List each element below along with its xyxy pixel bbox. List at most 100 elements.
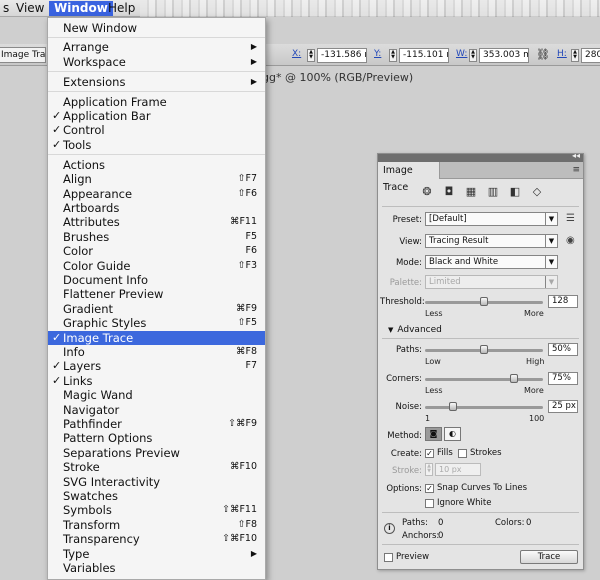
y-field[interactable]: -115.101 mr xyxy=(399,48,449,63)
menu-item-image-trace[interactable]: ✓ Image Trace xyxy=(48,330,265,345)
menu-item-navigator[interactable]: Navigator xyxy=(48,403,265,417)
preset-list-icon[interactable]: ☰ xyxy=(566,213,575,224)
palette-value: Limited xyxy=(429,277,461,287)
menu-item-transparency[interactable]: Transparency ⇧⌘F10 xyxy=(48,532,265,546)
fills-checkbox[interactable]: ✓ xyxy=(425,449,434,458)
h-stepper[interactable]: ▲ ▼ xyxy=(571,49,579,62)
x-field[interactable]: -131.586 m xyxy=(317,48,367,63)
w-stepper[interactable]: ▲ ▼ xyxy=(469,49,477,62)
overlapping-method-icon[interactable]: ◐ xyxy=(444,427,461,441)
panel-title-bar[interactable]: ◂◂ xyxy=(378,151,583,162)
snap-checkbox[interactable]: ✓ xyxy=(425,484,434,493)
menu-item-document-info[interactable]: Document Info xyxy=(48,273,265,287)
menu-item-workspace[interactable]: Workspace ▶ xyxy=(48,55,265,69)
paths-field[interactable]: 50% xyxy=(548,343,578,356)
threshold-slider[interactable] xyxy=(425,297,543,306)
view-select[interactable]: Tracing Result ▼ xyxy=(425,234,558,248)
menu-item-color[interactable]: Color F6 xyxy=(48,244,265,258)
collapse-icon[interactable]: ◂◂ xyxy=(572,151,580,160)
menu-item-info[interactable]: Info ⌘F8 xyxy=(48,345,265,359)
h-field[interactable]: 280 xyxy=(581,48,600,63)
advanced-toggle[interactable]: ▼ Advanced xyxy=(388,325,442,335)
corners-thumb[interactable] xyxy=(509,374,518,383)
menu-item-variables[interactable]: Variables xyxy=(48,561,265,575)
outline-icon[interactable]: ◇ xyxy=(530,185,544,199)
menu-help[interactable]: Help xyxy=(103,1,140,16)
menu-item-swatches[interactable]: Swatches xyxy=(48,489,265,503)
threshold-field[interactable]: 128 xyxy=(548,295,578,308)
tab-image-trace[interactable]: Image Trace xyxy=(378,162,440,193)
menu-item-graphic-styles[interactable]: Graphic Styles ⇧F5 xyxy=(48,316,265,330)
threshold-label: Threshold: xyxy=(380,297,425,307)
menu-item-gradient[interactable]: Gradient ⌘F9 xyxy=(48,302,265,316)
threshold-thumb[interactable] xyxy=(480,297,488,306)
corners-field[interactable]: 75% xyxy=(548,372,578,385)
menu-item-attributes[interactable]: Attributes ⌘F11 xyxy=(48,215,265,229)
paths-thumb[interactable] xyxy=(480,345,488,354)
menu-item-application-bar[interactable]: ✓ Application Bar xyxy=(48,109,265,123)
menu-item-actions[interactable]: Actions xyxy=(48,158,265,172)
menu-item-align[interactable]: Align ⇧F7 xyxy=(48,172,265,186)
x-stepper[interactable]: ▲ ▼ xyxy=(307,49,315,62)
menu-item-flattener-preview[interactable]: Flattener Preview xyxy=(48,287,265,301)
menu-item-links[interactable]: ✓ Links xyxy=(48,374,265,388)
menu-item-application-frame[interactable]: Application Frame xyxy=(48,95,265,109)
corners-slider[interactable] xyxy=(425,374,543,383)
black-and-white-icon[interactable]: ◧ xyxy=(508,185,522,199)
paths-slider[interactable] xyxy=(425,345,543,354)
menu-item-pathfinder[interactable]: Pathfinder ⇧⌘F9 xyxy=(48,417,265,431)
checkmark-icon: ✓ xyxy=(52,373,62,387)
menu-view[interactable]: View xyxy=(11,1,49,16)
menu-item-appearance[interactable]: Appearance ⇧F6 xyxy=(48,187,265,201)
menu-item-layers[interactable]: ✓ Layers F7 xyxy=(48,359,265,373)
auto-color-icon[interactable]: ❂ xyxy=(420,185,434,199)
mode-select[interactable]: Black and White ▼ xyxy=(425,255,558,269)
image-trace-control-button[interactable]: Image Trace xyxy=(0,47,46,63)
low-color-icon[interactable]: ▦ xyxy=(464,185,478,199)
strokes-checkbox[interactable] xyxy=(458,449,467,458)
high-color-icon[interactable]: ◘ xyxy=(442,185,456,199)
menu-item-label: Color Guide xyxy=(63,258,131,273)
noise-slider[interactable] xyxy=(425,402,543,411)
preview-checkbox[interactable] xyxy=(384,553,393,562)
menu-item-symbols[interactable]: Symbols ⇧⌘F11 xyxy=(48,503,265,517)
palette-label: Palette: xyxy=(389,278,422,288)
divider xyxy=(382,338,579,339)
checkmark-icon: ✓ xyxy=(52,109,62,122)
menu-item-separations-preview[interactable]: Separations Preview xyxy=(48,446,265,460)
abutting-method-icon[interactable]: ◙ xyxy=(425,427,442,441)
preset-select[interactable]: [Default] ▼ xyxy=(425,212,558,226)
menu-item-label: Variables xyxy=(63,560,116,575)
trace-button[interactable]: Trace xyxy=(520,550,578,564)
menu-item-brushes[interactable]: Brushes F5 xyxy=(48,230,265,244)
menu-item-artboards[interactable]: Artboards xyxy=(48,201,265,215)
menu-item-color-guide[interactable]: Color Guide ⇧F3 xyxy=(48,259,265,273)
divider xyxy=(382,206,579,207)
noise-thumb[interactable] xyxy=(449,402,458,411)
panel-menu-icon[interactable]: ≡ xyxy=(572,162,580,179)
menu-item-type[interactable]: Type ▶ xyxy=(48,547,265,561)
constrain-proportions-icon[interactable]: ⛓ xyxy=(536,48,550,61)
menu-separator xyxy=(48,154,265,156)
menu-item-label: SVG Interactivity xyxy=(63,474,161,489)
menu-item-extensions[interactable]: Extensions ▶ xyxy=(48,75,265,89)
grayscale-icon[interactable]: ▥ xyxy=(486,185,500,199)
checkmark-icon: ✓ xyxy=(52,123,62,137)
noise-field[interactable]: 25 px xyxy=(548,400,578,413)
y-stepper[interactable]: ▲ ▼ xyxy=(389,49,397,62)
menu-item-label: Application Bar xyxy=(63,109,151,123)
menu-item-arrange[interactable]: Arrange ▶ xyxy=(48,40,265,54)
menu-item-tools[interactable]: ✓ Tools xyxy=(48,138,265,152)
menu-item-svg-interactivity[interactable]: SVG Interactivity xyxy=(48,475,265,489)
menu-item-magic-wand[interactable]: Magic Wand xyxy=(48,388,265,402)
menu-item-control[interactable]: ✓ Control xyxy=(48,123,265,137)
menu-item-new-window[interactable]: New Window xyxy=(48,21,265,35)
eye-icon[interactable]: ◉ xyxy=(566,235,575,246)
menu-item-pattern-options[interactable]: Pattern Options xyxy=(48,431,265,445)
menu-item-stroke[interactable]: Stroke ⌘F10 xyxy=(48,460,265,474)
menu-item-shortcut: ⇧F8 xyxy=(237,518,257,530)
menu-item-label: Info xyxy=(63,344,85,359)
w-field[interactable]: 353.003 mr xyxy=(479,48,529,63)
ignore-white-checkbox[interactable] xyxy=(425,499,434,508)
menu-item-transform[interactable]: Transform ⇧F8 xyxy=(48,518,265,532)
